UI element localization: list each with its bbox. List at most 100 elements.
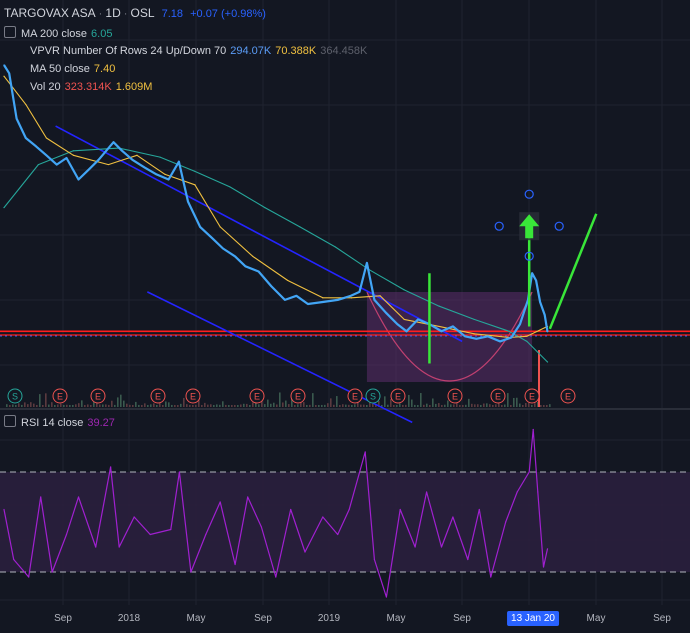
volume-bar bbox=[549, 404, 551, 407]
data-point bbox=[35, 145, 37, 148]
data-point bbox=[519, 323, 521, 325]
data-point bbox=[3, 75, 5, 77]
rsi-legend[interactable]: RSI 14 close 39.27 bbox=[4, 415, 115, 430]
data-point bbox=[337, 299, 339, 301]
vpvr-legend[interactable]: VPVR Number Of Rows 24 Up/Down 70 294.07K… bbox=[30, 44, 367, 58]
data-point bbox=[72, 154, 74, 156]
data-point bbox=[164, 173, 166, 175]
volume-bar bbox=[507, 393, 509, 407]
volume-bar bbox=[9, 404, 11, 407]
volume-bar bbox=[477, 404, 479, 407]
volume-bar bbox=[303, 402, 305, 407]
volume-bar bbox=[432, 398, 434, 407]
data-point bbox=[478, 508, 480, 511]
volume-bar bbox=[102, 404, 104, 407]
vpvr-up: 294.07K bbox=[230, 45, 272, 57]
volume-bar bbox=[273, 402, 275, 407]
volume-bar bbox=[192, 404, 194, 407]
symbol-name: TARGOVAX ASA bbox=[4, 6, 96, 20]
data-point bbox=[136, 154, 138, 156]
data-point bbox=[499, 340, 501, 342]
volume-bar bbox=[471, 403, 473, 407]
vol-label: Vol 20 bbox=[30, 81, 61, 93]
split-marker: S bbox=[7, 388, 23, 404]
volume-bar bbox=[90, 404, 92, 407]
data-point bbox=[264, 206, 266, 209]
volume-bar bbox=[144, 403, 146, 407]
data-point bbox=[322, 297, 324, 299]
data-point bbox=[295, 295, 298, 297]
data-point bbox=[3, 64, 5, 66]
volume-bar bbox=[504, 404, 506, 407]
data-point bbox=[510, 336, 513, 339]
visibility-icon[interactable] bbox=[4, 415, 16, 427]
vol-legend[interactable]: Vol 20 323.314K 1.609M bbox=[30, 80, 152, 94]
volume-bar bbox=[510, 404, 512, 407]
earnings-marker: E bbox=[52, 388, 68, 404]
data-point bbox=[487, 335, 489, 337]
volume-bar bbox=[15, 404, 17, 407]
data-point bbox=[467, 558, 469, 561]
volume-bar bbox=[75, 404, 77, 407]
volume-bar bbox=[372, 403, 374, 407]
data-point bbox=[425, 491, 428, 493]
data-point bbox=[348, 508, 350, 511]
data-point bbox=[403, 289, 405, 291]
volume-bar bbox=[414, 404, 416, 407]
volume-bar bbox=[408, 394, 410, 407]
data-point bbox=[284, 299, 286, 301]
data-point bbox=[247, 496, 249, 498]
volume-bar bbox=[321, 404, 323, 407]
volume-bar bbox=[135, 401, 137, 407]
data-point bbox=[110, 466, 112, 468]
volume-bar bbox=[294, 404, 296, 407]
volume-bar bbox=[438, 403, 440, 407]
volume-bar bbox=[465, 404, 467, 407]
data-point bbox=[40, 496, 42, 498]
vol-value-1: 323.314K bbox=[64, 81, 112, 93]
chart-canvas[interactable]: SEEEEEEESEEEEE bbox=[0, 0, 690, 633]
data-point bbox=[464, 335, 466, 337]
rsi-label: RSI 14 close bbox=[21, 417, 84, 429]
data-point bbox=[440, 330, 443, 332]
volume-bar bbox=[228, 404, 230, 407]
symbol-exchange: OSL bbox=[130, 6, 155, 20]
volume-bar bbox=[366, 404, 368, 407]
data-point bbox=[77, 178, 80, 181]
volume-bar bbox=[69, 404, 71, 407]
data-point bbox=[385, 596, 388, 598]
volume-bar bbox=[234, 404, 236, 407]
volume-bar bbox=[195, 404, 197, 407]
data-point bbox=[270, 285, 272, 287]
volume-bar bbox=[342, 404, 344, 407]
data-point bbox=[112, 141, 115, 143]
data-point bbox=[45, 137, 48, 139]
last-price: 7.18 bbox=[161, 8, 184, 20]
volume-bar bbox=[237, 405, 239, 407]
data-point bbox=[526, 340, 528, 342]
data-point bbox=[178, 471, 181, 473]
marker-label: S bbox=[370, 392, 376, 402]
data-point bbox=[358, 291, 361, 293]
ma50-legend[interactable]: MA 50 close 7.40 bbox=[30, 62, 115, 76]
volume-bar bbox=[225, 404, 227, 407]
vol-value-2: 1.609M bbox=[115, 81, 153, 93]
data-point bbox=[334, 246, 336, 248]
marker-label: E bbox=[295, 392, 301, 402]
volume-bar bbox=[468, 398, 470, 407]
earnings-marker: E bbox=[249, 388, 265, 404]
data-point bbox=[219, 226, 221, 228]
visibility-icon[interactable] bbox=[4, 26, 16, 38]
ma200-legend[interactable]: MA 200 close 6.05 bbox=[4, 26, 112, 41]
x-tick-label: Sep bbox=[653, 613, 671, 624]
volume-bar bbox=[495, 404, 497, 407]
volume-bar bbox=[498, 402, 500, 407]
volume-bar bbox=[483, 403, 485, 407]
volume-bar bbox=[267, 399, 269, 407]
data-point bbox=[234, 563, 236, 566]
volume-bar bbox=[138, 404, 140, 407]
data-point bbox=[51, 571, 53, 573]
volume-bar bbox=[120, 394, 122, 407]
data-point bbox=[322, 301, 324, 303]
crosshair-date-label: 13 Jan 20 bbox=[507, 611, 559, 626]
